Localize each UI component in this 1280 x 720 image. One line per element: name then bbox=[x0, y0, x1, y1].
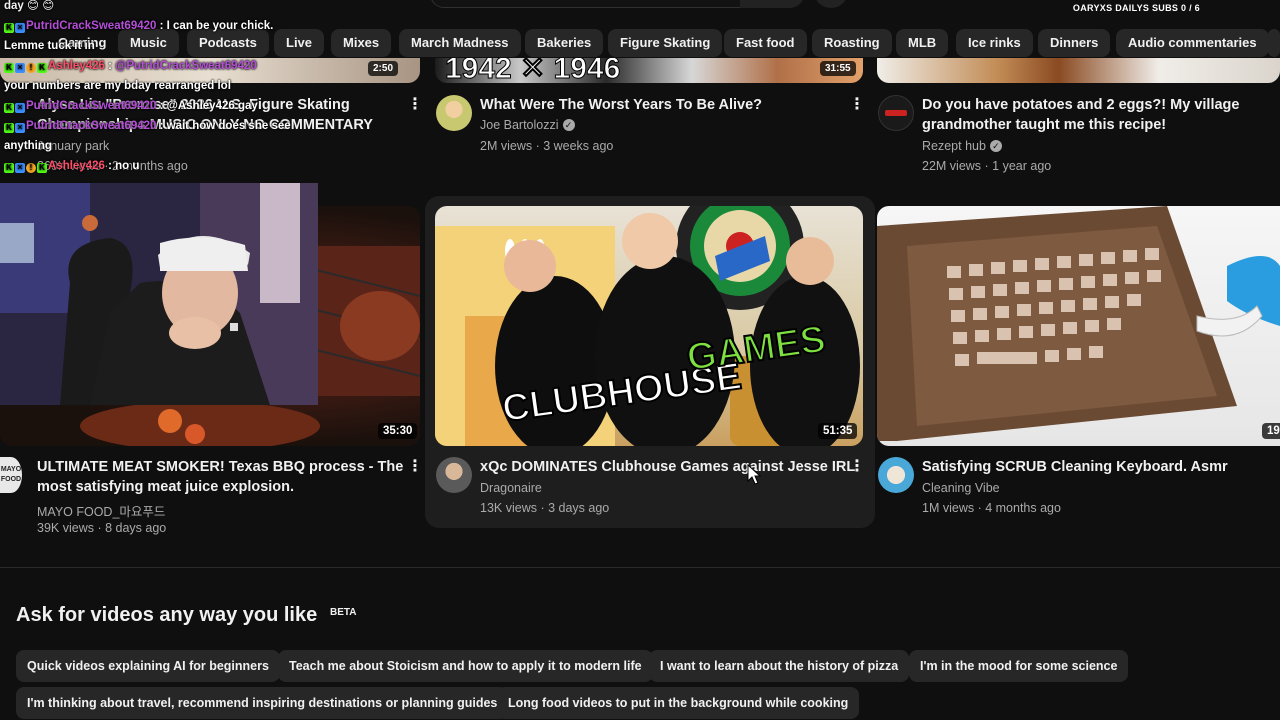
channel-avatar[interactable] bbox=[878, 457, 914, 493]
more-options-icon[interactable]: ⋮ bbox=[407, 96, 423, 116]
channel-avatar[interactable]: MAYO FOOD bbox=[0, 457, 22, 493]
chat-message: Lemme tuck it in bbox=[4, 40, 95, 52]
video-meta: 39K views · 8 days ago bbox=[37, 521, 167, 535]
chip-mixes[interactable]: Mixes bbox=[331, 29, 392, 57]
chat-fragment: day 😊 😊 bbox=[4, 0, 55, 12]
sub-badge-icon: ! bbox=[26, 63, 36, 73]
search-button[interactable] bbox=[740, 0, 804, 8]
channel-name[interactable]: Cleaning Vibe bbox=[922, 481, 1000, 495]
beta-badge: BETA bbox=[330, 607, 357, 618]
video-title[interactable]: What Were The Worst Years To Be Alive? bbox=[480, 95, 762, 115]
channel-name[interactable]: MAYO FOOD_마요푸드 bbox=[37, 501, 165, 520]
prompt-chip[interactable]: Long food videos to put in the backgroun… bbox=[497, 687, 860, 719]
chip-dinners[interactable]: Dinners bbox=[1038, 29, 1111, 57]
duration-badge: 2:50 bbox=[368, 61, 399, 76]
chip-fast-food[interactable]: Fast food bbox=[724, 29, 807, 57]
video-meta: 2M views · 3 weeks ago bbox=[480, 139, 614, 153]
chat-message: K ✕ PutridCrackSweat69420 : @Ashley426 gay bbox=[4, 96, 304, 116]
channel-avatar[interactable] bbox=[878, 95, 914, 131]
video-thumbnail[interactable]: CLUBHOUSE GAMES bbox=[435, 206, 863, 446]
prompt-chip[interactable]: I'm in the mood for some science bbox=[909, 650, 1129, 682]
prompt-chip[interactable]: Teach me about Stoicism and how to apply… bbox=[278, 650, 653, 682]
video-title[interactable]: ULTIMATE MEAT SMOKER! Texas BBQ process … bbox=[37, 457, 403, 497]
prompt-chip[interactable]: I'm thinking about travel, recommend ins… bbox=[16, 687, 509, 719]
channel-name[interactable]: Dragonaire bbox=[480, 481, 542, 495]
channel-name[interactable]: Joe Bartolozzi ✓ bbox=[480, 118, 575, 132]
chip-march-madness[interactable]: March Madness bbox=[399, 29, 521, 57]
kick-badge-icon: K bbox=[4, 103, 14, 113]
chat-badge-icon: ✕ bbox=[15, 63, 25, 73]
thumbnail-art bbox=[877, 206, 1280, 441]
chat-message: K ✕ PutridCrackSweat69420 : I can be your … bbox=[4, 16, 304, 36]
avatar-logo bbox=[885, 110, 907, 116]
video-title[interactable]: xQc DOMINATES Clubhouse Games against Je… bbox=[480, 457, 855, 477]
chip-ice-rinks[interactable]: Ice rinks bbox=[956, 29, 1033, 57]
video-meta: 1M views · 4 months ago bbox=[922, 501, 1061, 515]
prompt-chip[interactable]: I want to learn about the history of piz… bbox=[649, 650, 910, 682]
chat-message: your numbers are my bday rearranged lol bbox=[4, 80, 231, 92]
kick-badge-icon: K bbox=[37, 63, 47, 73]
channel-avatar[interactable] bbox=[436, 457, 472, 493]
avatar-logo: MAYO FOOD bbox=[0, 466, 22, 483]
video-title[interactable]: Do you have potatoes and 2 eggs?! My vil… bbox=[922, 95, 1239, 135]
duration-badge: 51:35 bbox=[818, 423, 858, 439]
duration-badge: 35:30 bbox=[378, 423, 418, 439]
kick-badge-icon: K bbox=[4, 63, 14, 73]
chat-badge-icon: ✕ bbox=[15, 123, 25, 133]
kick-badge-icon: K bbox=[4, 123, 14, 133]
more-options-icon[interactable]: ⋮ bbox=[407, 458, 423, 478]
chip-mlb[interactable]: MLB bbox=[896, 29, 949, 57]
kick-badge-icon: K bbox=[4, 23, 14, 33]
kick-badge-icon: K bbox=[4, 163, 14, 173]
verified-icon: ✓ bbox=[562, 119, 575, 131]
video-title[interactable]: Satisfying SCRUB Cleaning Keyboard. Asmr bbox=[922, 457, 1228, 477]
kick-badge-icon: K bbox=[37, 163, 47, 173]
chat-message: K ✕! K Ashley426 : no u bbox=[4, 156, 304, 176]
duration-badge: 19 bbox=[1262, 423, 1280, 439]
prompt-chip[interactable]: Quick videos explaining AI for beginners bbox=[16, 650, 280, 682]
subs-counter: OARYXS DAILYS SUBS 0 / 6 bbox=[1072, 3, 1200, 13]
section-divider bbox=[0, 567, 1280, 568]
chat-badge-icon: ✕ bbox=[15, 163, 25, 173]
voice-search-icon[interactable] bbox=[815, 0, 847, 8]
chat-badge-icon: ✕ bbox=[15, 103, 25, 113]
channel-name[interactable]: Rezept hub ✓ bbox=[922, 139, 1002, 153]
verified-icon: ✓ bbox=[989, 140, 1002, 152]
webcam-feed bbox=[0, 183, 318, 405]
chip-figure-skating[interactable]: Figure Skating bbox=[608, 29, 723, 57]
svg-text:1942 ✕ 1946: 1942 ✕ 1946 bbox=[445, 58, 620, 83]
video-thumbnail[interactable] bbox=[877, 206, 1280, 446]
mouse-cursor-icon bbox=[747, 464, 761, 485]
chip-roasting[interactable]: Roasting bbox=[812, 29, 892, 57]
chat-message: anything bbox=[4, 140, 52, 152]
chat-message: K ✕! K Ashley426 : @PutridCrackSweat69420 bbox=[4, 56, 304, 76]
duration-badge: 31:55 bbox=[820, 61, 856, 76]
chip-bakeries[interactable]: Bakeries bbox=[525, 29, 604, 57]
more-options-icon[interactable]: ⋮ bbox=[849, 458, 865, 478]
stream-chat: day 😊 😊 K ✕ PutridCrackSweat69420 : I can … bbox=[4, 0, 304, 176]
streamer-webcam bbox=[0, 183, 318, 405]
video-meta: 22M views · 1 year ago bbox=[922, 159, 1052, 173]
chip-audio-commentaries[interactable]: Audio commentaries bbox=[1116, 29, 1269, 57]
video-thumbnail[interactable]: 1942 ✕ 1946 bbox=[435, 58, 863, 83]
chat-message: K ✕ PutridCrackSweat69420 : wait how does … bbox=[4, 116, 304, 136]
thumbnail-text: CLUBHOUSE GAMES bbox=[499, 317, 830, 431]
thumbnail-art: 1942 ✕ 1946 bbox=[445, 58, 621, 83]
channel-avatar[interactable] bbox=[436, 95, 472, 131]
video-thumbnail[interactable] bbox=[877, 58, 1280, 83]
video-meta: 13K views · 3 days ago bbox=[480, 501, 610, 515]
sub-badge-icon: ! bbox=[26, 163, 36, 173]
thumbnail-text-games: GAMES bbox=[684, 318, 828, 379]
chat-badge-icon: ✕ bbox=[15, 23, 25, 33]
more-options-icon[interactable]: ⋮ bbox=[849, 96, 865, 116]
search-bar[interactable] bbox=[430, 0, 770, 8]
ask-section-title: Ask for videos any way you like bbox=[16, 604, 318, 626]
chip-overflow[interactable] bbox=[1268, 29, 1280, 57]
